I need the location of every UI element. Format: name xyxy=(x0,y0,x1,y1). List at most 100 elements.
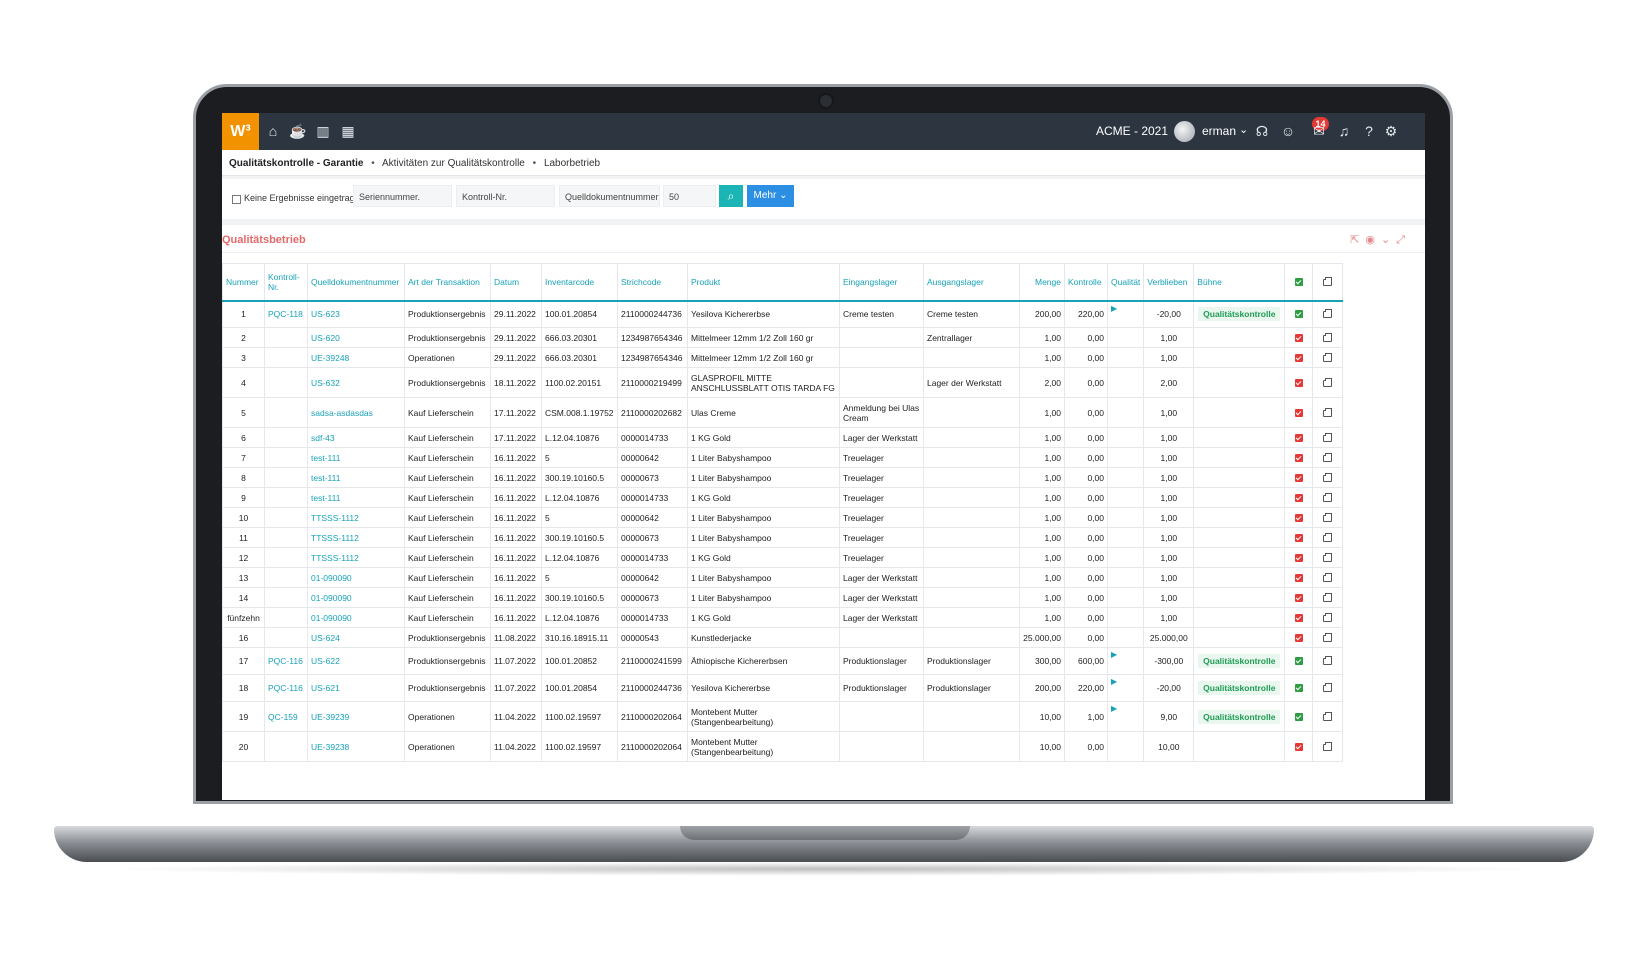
company-name[interactable]: ACME - 2021 xyxy=(1096,124,1168,138)
cell-status[interactable] xyxy=(1284,427,1314,448)
status-checkbox[interactable] xyxy=(1294,378,1303,387)
print-icon[interactable] xyxy=(1323,352,1333,362)
more-button[interactable]: Mehr ⌄ xyxy=(747,185,794,207)
cell-source-document[interactable]: US-621 xyxy=(307,674,405,702)
cell-print[interactable] xyxy=(1312,647,1344,675)
col-header-quality[interactable]: Qualität xyxy=(1106,263,1145,302)
print-icon[interactable] xyxy=(1323,592,1333,602)
cell-quality[interactable] xyxy=(1106,487,1145,508)
cell-quality[interactable] xyxy=(1106,367,1145,398)
cell-quality[interactable] xyxy=(1106,627,1145,648)
table-row[interactable]: 7 test-111 Kauf Lieferschein 16.11.2022 5 000… xyxy=(222,447,1344,468)
print-icon[interactable] xyxy=(1323,532,1333,542)
status-checkbox[interactable] xyxy=(1294,684,1303,692)
status-checkbox[interactable] xyxy=(1294,353,1303,362)
cell-quality[interactable] xyxy=(1106,447,1145,468)
cell-source-document[interactable]: US-623 xyxy=(307,300,405,328)
table-row[interactable]: 10 TTSSS-1112 Kauf Lieferschein 16.11.2022 5… xyxy=(222,507,1344,528)
print-icon[interactable] xyxy=(1323,656,1333,665)
cell-quality[interactable] xyxy=(1106,347,1145,368)
cell-status[interactable] xyxy=(1284,567,1314,588)
status-checkbox[interactable] xyxy=(1294,553,1303,562)
table-row[interactable]: 12 TTSSS-1112 Kauf Lieferschein 16.11.2022 L… xyxy=(222,547,1344,568)
status-checkbox[interactable] xyxy=(1294,408,1303,417)
cell-source-document[interactable]: TTSSS-1112 xyxy=(307,547,405,568)
cell-control-number[interactable] xyxy=(264,397,308,428)
cell-print[interactable] xyxy=(1312,427,1344,448)
col-header-remaining[interactable]: Verblieben xyxy=(1143,263,1195,302)
cell-quality[interactable] xyxy=(1106,731,1145,762)
cell-quality[interactable] xyxy=(1106,507,1145,528)
cell-status[interactable] xyxy=(1284,347,1314,368)
cell-quality[interactable] xyxy=(1106,327,1145,348)
cell-source-document[interactable]: sdf-43 xyxy=(307,427,405,448)
cell-control-number[interactable] xyxy=(264,327,308,348)
app-logo[interactable]: W³ xyxy=(222,113,259,150)
status-checkbox[interactable] xyxy=(1294,513,1303,522)
print-icon[interactable] xyxy=(1323,552,1333,562)
cell-source-document[interactable]: UE-39239 xyxy=(307,701,405,732)
cell-status[interactable] xyxy=(1284,367,1314,398)
cell-control-number[interactable]: QC-159 xyxy=(264,701,308,732)
help-icon[interactable]: ? xyxy=(1360,122,1378,140)
cell-quality[interactable] xyxy=(1106,427,1145,448)
table-row[interactable]: 1 PQC-118 US-623 Produktionsergebnis 29.11.2… xyxy=(222,300,1344,328)
cell-status[interactable] xyxy=(1284,527,1314,548)
cell-control-number[interactable] xyxy=(264,547,308,568)
cell-source-document[interactable]: TTSSS-1112 xyxy=(307,527,405,548)
cell-control-number[interactable]: PQC-116 xyxy=(264,647,308,675)
cell-status[interactable] xyxy=(1284,587,1314,608)
cell-source-document[interactable]: 01-090090 xyxy=(307,607,405,628)
chart-icon[interactable]: ▥ xyxy=(314,122,332,140)
col-header-number[interactable]: Nummer xyxy=(222,263,265,302)
col-header-quantity[interactable]: Menge xyxy=(1019,263,1065,302)
cell-print[interactable] xyxy=(1312,587,1344,608)
cell-print[interactable] xyxy=(1312,397,1344,428)
cell-source-document[interactable]: sadsa-asdasdas xyxy=(307,397,405,428)
cell-source-document[interactable]: test-111 xyxy=(307,447,405,468)
bell-icon[interactable]: ♫ xyxy=(1335,122,1353,140)
cell-quality[interactable] xyxy=(1106,587,1145,608)
table-row[interactable]: 3 UE-39248 Operationen 29.11.2022 666.03.203… xyxy=(222,347,1344,368)
control-number-input[interactable]: Kontroll-Nr. xyxy=(456,185,555,207)
status-checkbox[interactable] xyxy=(1294,473,1303,482)
print-icon[interactable] xyxy=(1323,452,1333,462)
print-icon[interactable] xyxy=(1323,472,1333,482)
table-row[interactable]: 4 US-632 Produktionsergebnis 18.11.2022 1100… xyxy=(222,367,1344,398)
calendar-icon[interactable]: ▦ xyxy=(339,122,357,140)
cell-control-number[interactable]: PQC-116 xyxy=(264,674,308,702)
chevron-down-icon[interactable]: ⌄ xyxy=(1239,123,1248,136)
col-header-product[interactable]: Produkt xyxy=(687,263,840,302)
cell-status[interactable] xyxy=(1284,397,1314,428)
breadcrumb-item[interactable]: Laborbetrieb xyxy=(544,158,600,169)
stage-badge[interactable]: Qualitätskontrolle xyxy=(1198,681,1281,695)
status-checkbox[interactable] xyxy=(1294,310,1303,319)
cell-status[interactable] xyxy=(1284,327,1314,348)
stage-badge[interactable]: Qualitätskontrolle xyxy=(1198,654,1281,668)
print-icon[interactable] xyxy=(1323,309,1333,319)
status-checkbox[interactable] xyxy=(1294,633,1303,642)
limit-input[interactable]: 50 xyxy=(663,185,716,207)
col-header-inventory[interactable]: Inventarcode xyxy=(541,263,618,302)
cell-source-document[interactable]: 01-090090 xyxy=(307,567,405,588)
print-icon[interactable] xyxy=(1323,632,1333,642)
cell-source-document[interactable]: UE-39248 xyxy=(307,347,405,368)
cell-status[interactable] xyxy=(1284,647,1314,675)
chat-icon[interactable]: ✉ xyxy=(1310,122,1328,140)
cell-control-number[interactable] xyxy=(264,527,308,548)
status-checkbox[interactable] xyxy=(1294,613,1303,622)
cell-source-document[interactable]: test-111 xyxy=(307,467,405,488)
cell-status[interactable] xyxy=(1284,467,1314,488)
col-header-print[interactable] xyxy=(1312,263,1344,302)
cell-print[interactable] xyxy=(1312,327,1344,348)
col-header-control[interactable]: Kontroll-Nr. xyxy=(264,263,308,302)
cell-control-number[interactable] xyxy=(264,607,308,628)
cell-quality[interactable] xyxy=(1106,607,1145,628)
print-icon[interactable] xyxy=(1323,512,1333,522)
cell-print[interactable] xyxy=(1312,347,1344,368)
cell-print[interactable] xyxy=(1312,447,1344,468)
expand-triangle-icon[interactable]: ▶ xyxy=(1111,677,1117,686)
table-row[interactable]: 8 test-111 Kauf Lieferschein 16.11.2022 300.… xyxy=(222,467,1344,488)
cell-source-document[interactable]: TTSSS-1112 xyxy=(307,507,405,528)
status-checkbox[interactable] xyxy=(1294,493,1303,502)
